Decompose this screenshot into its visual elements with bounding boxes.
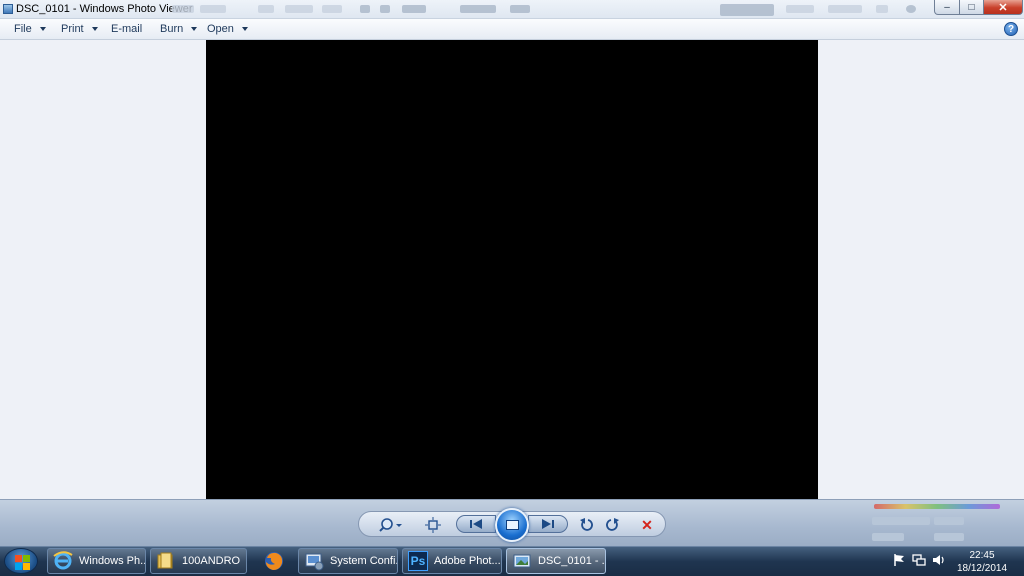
background-window-glimpse (876, 5, 888, 13)
network-icon[interactable] (912, 553, 926, 570)
taskbar-button-label: 100ANDRO (182, 555, 241, 567)
system-configuration-icon (304, 551, 324, 571)
help-icon[interactable]: ? (1004, 22, 1018, 36)
photo-viewer-app-icon (3, 4, 13, 14)
maximize-icon: □ (968, 1, 975, 13)
taskbar-button-photo-viewer[interactable]: DSC_0101 - ... (506, 548, 606, 574)
close-icon: ✕ (998, 1, 1008, 14)
fit-to-window-button[interactable] (423, 516, 443, 534)
close-button[interactable]: ✕ (983, 0, 1023, 15)
background-window-glimpse (258, 5, 274, 13)
photo-viewer-icon (512, 551, 532, 571)
next-button[interactable] (528, 515, 568, 533)
delete-icon: ✕ (641, 516, 653, 533)
background-window-glimpse (934, 517, 964, 525)
minimize-icon: – (944, 1, 950, 13)
windows-logo-icon-part (15, 563, 22, 570)
menu-file-label: File (14, 23, 32, 35)
taskbar-button-windows-photo[interactable]: Windows Ph... (47, 548, 146, 574)
slideshow-icon (506, 520, 519, 530)
background-window-glimpse (510, 5, 530, 13)
menu-open-label: Open (207, 23, 234, 35)
system-clock[interactable]: 22:45 18/12/2014 (954, 549, 1010, 575)
start-button[interactable] (4, 548, 38, 574)
slideshow-button[interactable] (495, 508, 529, 542)
background-window-glimpse (828, 5, 862, 13)
background-window-glimpse (460, 5, 496, 13)
background-window-glimpse (934, 533, 964, 541)
photoshop-icon: Ps (408, 551, 428, 571)
taskbar-button-label: System Confi... (330, 555, 398, 567)
firefox-icon (265, 552, 283, 570)
zoom-button[interactable] (378, 516, 404, 534)
chevron-down-icon (191, 27, 198, 32)
background-window-glimpse (200, 5, 226, 13)
rotate-counterclockwise-button[interactable] (578, 516, 596, 534)
taskbar-button-100andro[interactable]: 100ANDRO (150, 548, 247, 574)
background-window-glimpse (874, 504, 1000, 509)
menu-burn-label: Burn (160, 23, 184, 35)
window-title: DSC_0101 - Windows Photo Viewer (16, 3, 193, 15)
background-window-glimpse (786, 5, 814, 13)
previous-icon (470, 519, 482, 529)
chevron-down-icon (241, 27, 248, 32)
taskbar-button-label: Adobe Phot... (434, 555, 501, 567)
folder-icon (156, 551, 176, 571)
windows-logo-icon (15, 555, 22, 562)
delete-button[interactable]: ✕ (638, 516, 656, 534)
next-icon (542, 519, 554, 529)
chevron-down-icon (91, 27, 98, 32)
windows-logo-icon-part (23, 555, 30, 562)
rotate-clockwise-icon (606, 518, 619, 531)
clock-time: 22:45 (969, 550, 995, 561)
background-window-glimpse (172, 5, 194, 13)
internet-explorer-icon (53, 551, 73, 571)
menu-burn[interactable]: Burn (160, 23, 198, 35)
background-window-glimpse (872, 533, 904, 541)
taskbar-button-label: Windows Ph... (79, 555, 146, 567)
menu-print[interactable]: Print (61, 23, 98, 35)
windows-logo-icon-part (23, 563, 30, 570)
background-window-glimpse (285, 5, 313, 13)
previous-button[interactable] (456, 515, 496, 533)
fit-to-window-icon (425, 517, 441, 533)
background-window-glimpse (360, 5, 370, 13)
rotate-counterclockwise-icon (580, 518, 593, 531)
taskbar-button-system-configuration[interactable]: System Confi... (298, 548, 398, 574)
background-window-glimpse (322, 5, 342, 13)
action-center-flag-icon[interactable] (892, 553, 906, 570)
chevron-down-icon (39, 27, 46, 32)
menu-print-label: Print (61, 23, 84, 35)
background-window-glimpse (380, 5, 390, 13)
menu-email-label: E-mail (111, 23, 143, 35)
background-window-glimpse (402, 5, 426, 13)
volume-icon[interactable] (932, 553, 946, 570)
menu-bar: File Print E-mail Burn Open (0, 19, 1024, 40)
background-window-glimpse (720, 4, 774, 16)
photo-display (206, 40, 818, 499)
clock-date: 18/12/2014 (956, 563, 1008, 574)
title-bar: DSC_0101 - Windows Photo Viewer – □ ✕ (0, 0, 1024, 19)
rotate-clockwise-button[interactable] (603, 516, 621, 534)
taskbar-button-firefox[interactable] (254, 548, 294, 574)
taskbar-button-label: DSC_0101 - ... (538, 555, 606, 567)
background-window-glimpse (906, 5, 916, 13)
menu-email[interactable]: E-mail (111, 23, 142, 35)
background-window-glimpse (872, 517, 930, 525)
zoom-icon (379, 518, 402, 532)
taskbar-button-adobe-photoshop[interactable]: Ps Adobe Phot... (402, 548, 502, 574)
menu-open[interactable]: Open (207, 23, 248, 35)
minimize-button[interactable]: – (934, 0, 960, 15)
menu-file[interactable]: File (14, 23, 46, 35)
maximize-button[interactable]: □ (959, 0, 984, 15)
